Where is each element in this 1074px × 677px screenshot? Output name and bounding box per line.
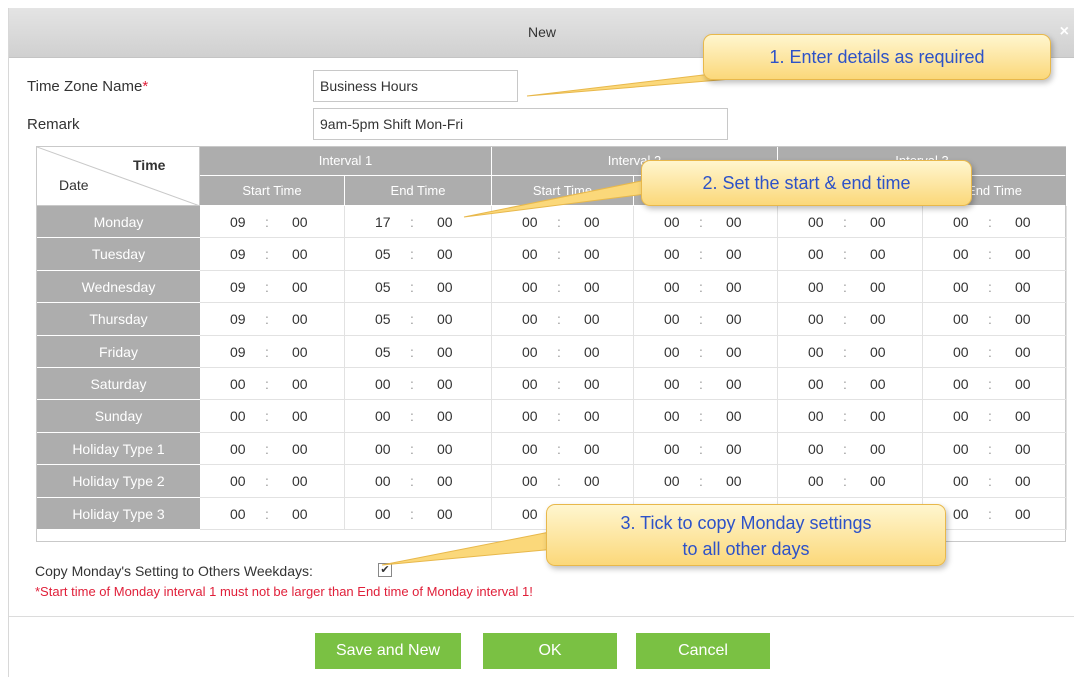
callout-2-pointer	[463, 177, 663, 218]
callout-enter-details: 1. Enter details as required	[703, 34, 1051, 80]
callout-copy-line-2: to all other days	[682, 539, 810, 559]
callout-set-times: 2. Set the start & end time	[641, 160, 972, 206]
callout-copy-monday: 3. Tick to copy Monday settings to all o…	[546, 504, 946, 566]
callout-3-pointer	[381, 529, 567, 566]
callout-pointers	[381, 69, 769, 566]
callout-copy-line-1: 3. Tick to copy Monday settings	[620, 513, 872, 533]
